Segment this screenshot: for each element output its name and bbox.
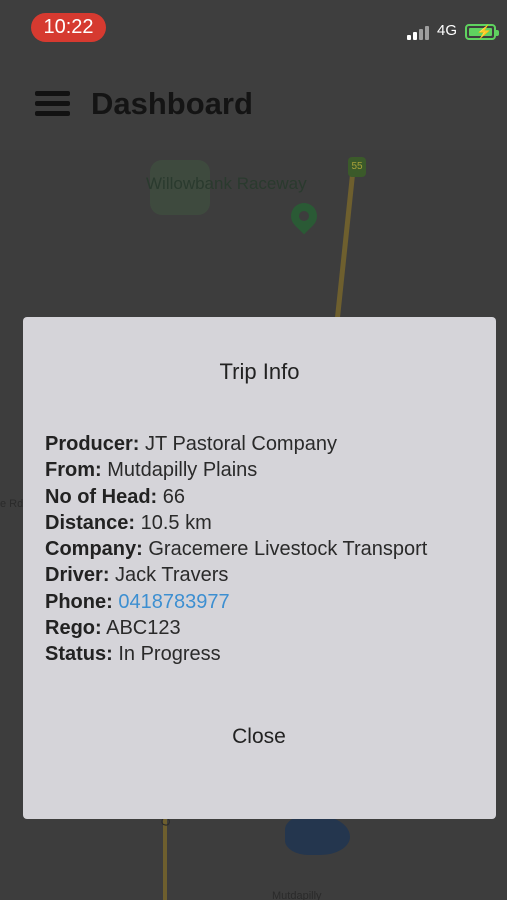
info-row-head: No of Head: 66 [45,484,427,510]
info-value: Gracemere Livestock Transport [148,538,428,561]
info-label: Driver: [45,564,110,587]
highway-shield-icon: 55 [348,157,366,177]
status-bar: 10:22 4G ⚡ [0,0,507,60]
info-value: JT Pastoral Company [145,433,337,455]
info-row-producer: Producer: JT Pastoral Company [45,431,427,457]
app-header: Dashboard [0,60,507,150]
info-value: Jack Travers [115,564,229,587]
info-value: 66 [162,485,186,508]
info-label: Phone: [45,590,113,613]
info-label: Producer: [45,433,140,455]
map-road-label: e Rd [0,498,24,510]
info-row-distance: Distance: 10.5 km [45,510,427,536]
info-label: Company: [45,538,143,561]
phone-link[interactable]: 0418783977 [118,591,229,613]
hamburger-menu-icon[interactable] [35,91,70,117]
map-place-label: Willowbank Raceway [146,174,307,193]
info-row-company: Company: Gracemere Livestock Transport [45,536,427,562]
info-value: ABC123 [106,617,181,640]
info-label: Rego: [45,617,102,640]
battery-charging-icon: ⚡ [465,24,499,40]
map-town-label: Mutdapilly [272,890,322,900]
info-label: Status: [45,643,113,666]
info-value: 10.5 km [140,511,212,534]
cellular-signal-icon [407,26,433,40]
info-label: From: [45,459,102,482]
info-row-status: Status: In Progress [45,641,427,667]
info-value: In Progress [118,643,221,666]
map-pin-icon[interactable] [285,197,323,235]
map-water-area [285,815,350,855]
info-row-from: From: Mutdapilly Plains [45,457,427,483]
network-type: 4G [437,22,458,39]
trip-info-dialog: Trip Info Producer: JT Pastoral Company … [23,317,496,819]
info-label: Distance: [45,511,136,534]
page-title: Dashboard [91,86,253,121]
info-value: Mutdapilly Plains [107,459,258,482]
info-row-rego: Rego: ABC123 [45,615,427,641]
info-label: No of Head: [45,485,158,508]
status-time: 10:22 [31,13,106,42]
info-row-driver: Driver: Jack Travers [45,562,427,588]
dialog-title: Trip Info [219,359,300,384]
info-row-phone: Phone: 0418783977 [45,589,427,615]
trip-info-list: Producer: JT Pastoral Company From: Mutd… [45,431,427,668]
close-button[interactable]: Close [209,721,309,753]
